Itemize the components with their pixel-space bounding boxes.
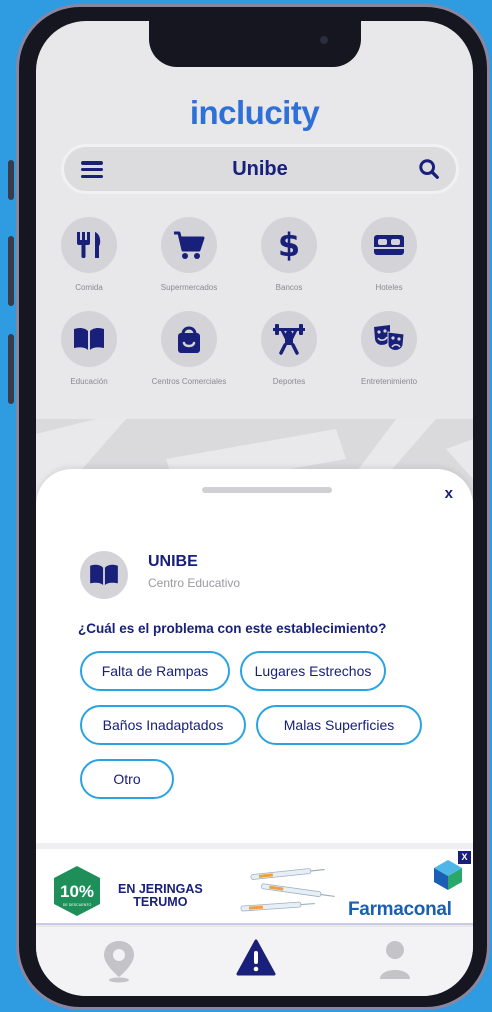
- dollar-icon: $: [277, 226, 301, 264]
- phone-volume-down: [8, 334, 14, 404]
- category-educacion[interactable]: Educación: [39, 311, 139, 387]
- category-centros-comerciales[interactable]: Centros Comerciales: [139, 311, 239, 387]
- user-icon[interactable]: [378, 939, 412, 983]
- bed-icon: [374, 235, 404, 255]
- option-malas-superficies[interactable]: Malas Superficies: [256, 705, 422, 745]
- theater-masks-icon: [374, 325, 405, 351]
- category-label: Hoteles: [375, 283, 403, 292]
- establishment-name: UNIBE: [148, 553, 198, 570]
- category-label: Centros Comerciales: [151, 377, 227, 386]
- ad-banner[interactable]: X 10% DE DESCUENTO EN JERINGAS TERUMO Fa…: [36, 843, 473, 925]
- category-comida[interactable]: Comida: [39, 217, 139, 293]
- option-otro[interactable]: Otro: [80, 759, 174, 799]
- shopping-bag-icon: [178, 326, 200, 353]
- category-label: Supermercados: [160, 283, 218, 292]
- book-icon: [74, 327, 104, 350]
- map-pin-icon[interactable]: [102, 939, 136, 983]
- camera-dot: [320, 36, 328, 44]
- phone-frame: inclucity Unibe Comida Supermercados $ B…: [16, 4, 490, 1010]
- phone-volume-up: [8, 236, 14, 306]
- discount-value: 10%: [60, 882, 94, 901]
- category-label: Bancos: [275, 283, 303, 292]
- option-falta-de-rampas[interactable]: Falta de Rampas: [80, 651, 230, 691]
- option-banos-inadaptados[interactable]: Baños Inadaptados: [80, 705, 246, 745]
- category-label: Deportes: [272, 377, 306, 386]
- establishment-avatar: [80, 551, 128, 599]
- establishment-type: Centro Educativo: [148, 576, 241, 590]
- category-label: Entretenimiento: [360, 377, 418, 386]
- bottom-tab-bar: [36, 927, 473, 996]
- drag-handle[interactable]: [202, 487, 332, 493]
- option-lugares-estrechos[interactable]: Lugares Estrechos: [240, 651, 386, 691]
- search-bar[interactable]: Unibe: [64, 147, 456, 191]
- farmaconal-logo-icon: [434, 860, 462, 890]
- search-icon[interactable]: [418, 158, 440, 180]
- syringes-image: [240, 868, 335, 912]
- phone-side-button: [8, 160, 14, 200]
- app-screen: inclucity Unibe Comida Supermercados $ B…: [36, 21, 473, 996]
- category-label: Educación: [70, 377, 108, 386]
- ad-line-2: TERUMO: [133, 895, 188, 909]
- phone-notch: [149, 21, 361, 67]
- category-bancos[interactable]: $ Bancos: [239, 217, 339, 293]
- category-hoteles[interactable]: Hoteles: [339, 217, 439, 293]
- utensils-icon: [77, 232, 101, 258]
- close-button[interactable]: x: [445, 485, 453, 502]
- ad-headline: EN JERINGAS TERUMO: [118, 883, 203, 909]
- category-label: Comida: [75, 283, 103, 292]
- ad-brand-name: Farmaconal: [348, 899, 452, 920]
- shopping-cart-icon: [174, 231, 205, 259]
- category-deportes[interactable]: Deportes: [239, 311, 339, 387]
- app-logo: inclucity: [36, 94, 473, 132]
- warning-icon[interactable]: [236, 939, 276, 977]
- discount-subtext: DE DESCUENTO: [63, 903, 92, 907]
- book-icon: [90, 564, 118, 586]
- discount-badge: 10% DE DESCUENTO: [54, 866, 100, 916]
- search-title: Unibe: [232, 158, 288, 180]
- weightlifter-icon: [273, 324, 305, 355]
- app-logo-text: inclucity: [189, 94, 320, 131]
- category-supermercados[interactable]: Supermercados: [139, 217, 239, 293]
- category-entretenimiento[interactable]: Entretenimiento: [339, 311, 439, 387]
- report-sheet: x UNIBE Centro Educativo ¿Cuál es el pro…: [36, 469, 473, 849]
- problem-question: ¿Cuál es el problema con este establecim…: [78, 621, 387, 636]
